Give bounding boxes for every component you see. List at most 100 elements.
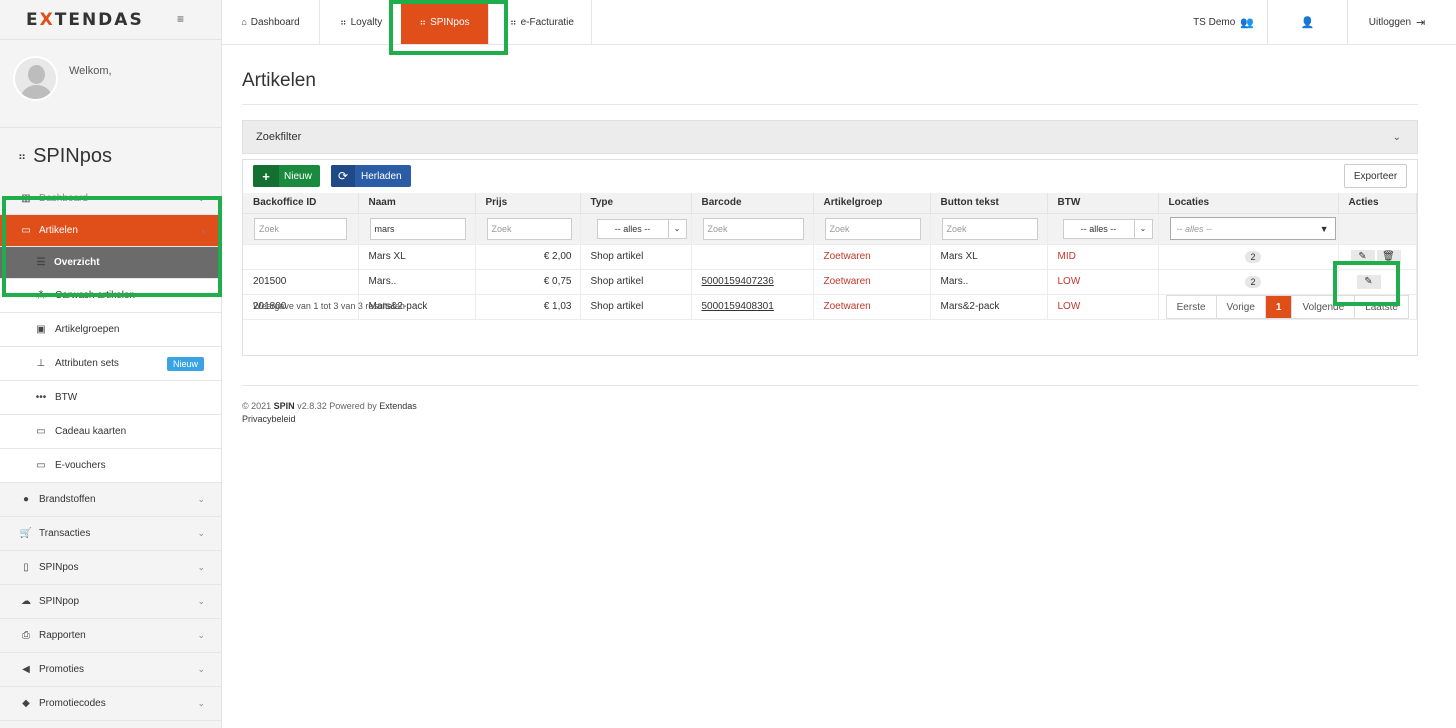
sidebar-item-carwash[interactable]: ⁂ Carwash artikelen <box>0 279 221 313</box>
chevron-down-icon: ⌄ <box>197 192 205 203</box>
sidebar-item-evouchers[interactable]: ▭ E-vouchers <box>0 449 221 483</box>
tab-spinpos[interactable]: ⠶ SPINpos <box>401 0 489 44</box>
pagination: Eerste Vorige 1 Volgende Laatste <box>1165 295 1409 319</box>
barcode-link[interactable]: 5000159408301 <box>702 301 774 312</box>
sidebar: EXTENDAS ≡ Welkom, ⠶ SPINpos ▥ Dashboard… <box>0 0 222 728</box>
chevron-down-icon: ⌄ <box>197 494 205 504</box>
sidebar-item-brandstoffen[interactable]: ● Brandstoffen ⌄ <box>0 483 221 517</box>
barcode-link[interactable]: 5000159407236 <box>702 276 774 287</box>
chevron-down-icon: ⌄ <box>1392 131 1401 143</box>
sidebar-item-rapporten[interactable]: ⎙ Rapporten ⌄ <box>0 619 221 653</box>
logo[interactable]: EXTENDAS <box>26 10 144 30</box>
cloud-icon: ☁ <box>21 596 31 607</box>
privacy-link[interactable]: Privacybeleid <box>242 413 417 426</box>
artikelgroep-link[interactable]: Zoetwaren <box>813 244 931 270</box>
chevron-down-icon: ⌄ <box>197 664 205 674</box>
reload-button[interactable]: ⟳ Herladen <box>331 165 411 187</box>
filter-btw-select[interactable]: -- alles -- ⌄ <box>1062 218 1153 239</box>
table-row[interactable]: Mars XL € 2,00 Shop artikel Zoetwaren Ma… <box>243 244 1417 270</box>
caret-down-icon: ▼ <box>1319 223 1329 234</box>
col-button-tekst[interactable]: Button tekst <box>930 193 1048 214</box>
filter-prijs-input[interactable]: Zoek <box>486 217 572 240</box>
filter-type-select[interactable]: -- alles -- ⌄ <box>596 218 687 239</box>
top-navigation: ⌂ Dashboard ⠶ Loyalty ⠶ SPINpos ⠶ e-Fact… <box>222 0 1456 45</box>
page-last[interactable]: Laatste <box>1355 296 1408 318</box>
sidebar-item-overzicht[interactable]: ☰ Overzicht <box>0 247 221 279</box>
col-btw[interactable]: BTW <box>1047 193 1159 214</box>
artikelgroep-link[interactable]: Zoetwaren <box>813 294 931 320</box>
artikelgroep-link[interactable]: Zoetwaren <box>813 269 931 295</box>
refresh-icon: ⟳ <box>331 165 355 187</box>
col-barcode[interactable]: Barcode <box>691 193 814 214</box>
footer: © 2021 SPIN v2.8.32 Powered by Extendas … <box>242 401 417 426</box>
tab-loyalty[interactable]: ⠶ Loyalty <box>320 0 392 44</box>
drop-icon: ● <box>22 494 30 505</box>
avatar <box>13 56 58 101</box>
filter-backoffice-id-input[interactable]: Zoek <box>254 217 347 240</box>
new-button[interactable]: + Nieuw <box>253 165 320 187</box>
sidebar-item-btw[interactable]: ••• BTW <box>0 381 221 415</box>
col-acties: Acties <box>1338 193 1417 214</box>
filter-button-tekst-input[interactable]: Zoek <box>941 217 1038 240</box>
edit-icon[interactable]: ✎ <box>1356 274 1381 289</box>
menu-toggle-icon[interactable]: ≡ <box>177 12 184 26</box>
logo-bar: EXTENDAS ≡ <box>0 0 221 40</box>
trash-icon[interactable]: 🗑 <box>1376 249 1401 264</box>
grid-icon: ⠶ <box>18 151 26 163</box>
sidebar-item-spinpos[interactable]: ▯ SPINpos ⌄ <box>0 551 221 585</box>
grid-icon: ⠶ <box>340 16 347 27</box>
section-title: ⠶ SPINpos <box>18 145 112 167</box>
edit-icon[interactable]: ✎ <box>1350 249 1375 264</box>
chevron-left-icon: ‹ <box>202 225 205 236</box>
plus-icon: + <box>253 165 279 187</box>
chevron-down-icon: ⌄ <box>197 698 205 708</box>
card-icon: ▭ <box>36 426 46 437</box>
sidebar-item-spinpop[interactable]: ☁ SPINpop ⌄ <box>0 585 221 619</box>
col-prijs[interactable]: Prijs <box>475 193 581 214</box>
company-link[interactable]: Extendas <box>379 401 417 411</box>
tab-efacturatie[interactable]: ⠶ e-Facturatie <box>498 0 592 44</box>
filter-naam-input[interactable]: mars <box>369 217 466 240</box>
user-icon: 👤 <box>1300 16 1315 29</box>
sidebar-item-cadeau[interactable]: ▭ Cadeau kaarten <box>0 415 221 449</box>
col-naam[interactable]: Naam <box>358 193 476 214</box>
sidebar-item-dashboard[interactable]: ▥ Dashboard ⌄ <box>0 182 221 215</box>
new-badge: Nieuw <box>166 356 204 371</box>
tab-dashboard[interactable]: ⌂ Dashboard <box>222 0 320 44</box>
users-icon: 👥 <box>1240 16 1254 29</box>
sidebar-item-artikelgroepen[interactable]: ▣ Artikelgroepen <box>0 313 221 347</box>
results-info: Weergave van 1 tot 3 van 3 resultaten <box>253 301 405 311</box>
page-current[interactable]: 1 <box>1265 296 1293 318</box>
divider <box>242 385 1418 386</box>
page-next[interactable]: Volgende <box>1292 296 1356 318</box>
sidebar-item-promoties[interactable]: ◀ Promoties ⌄ <box>0 653 221 687</box>
sidebar-item-artikelen[interactable]: ▭ Artikelen ‹ <box>0 215 221 247</box>
user-menu[interactable]: TS Demo 👥 <box>1177 0 1268 44</box>
col-type[interactable]: Type <box>580 193 692 214</box>
bar-chart-icon: ▥ <box>21 192 31 204</box>
table-row[interactable]: 201500 Mars.. € 0,75 Shop artikel 500015… <box>243 269 1417 295</box>
chevron-down-icon: ⌄ <box>197 630 205 640</box>
locaties-count: 2 <box>1245 250 1261 263</box>
filter-barcode-input[interactable]: Zoek <box>702 217 804 240</box>
page-prev[interactable]: Vorige <box>1216 296 1266 318</box>
col-backoffice-id[interactable]: Backoffice ID <box>243 193 359 214</box>
filter-locaties-select[interactable]: -- alles -- ▼ <box>1169 217 1336 240</box>
box-icon: ▭ <box>21 225 31 236</box>
col-locaties[interactable]: Locaties <box>1158 193 1339 214</box>
filter-panel[interactable]: Zoekfilter ⌄ <box>242 120 1418 154</box>
sidebar-item-transacties[interactable]: 🛒 Transacties ⌄ <box>0 517 221 551</box>
col-artikelgroep[interactable]: Artikelgroep <box>813 193 931 214</box>
chevron-down-icon: ⌄ <box>1133 219 1152 238</box>
sidebar-item-attributen[interactable]: ⊥ Attributen sets Nieuw <box>0 347 221 381</box>
card-icon: ▭ <box>36 460 46 471</box>
sidebar-item-promotiecodes[interactable]: ◆ Promotiecodes ⌄ <box>0 687 221 721</box>
profile-button[interactable]: 👤 <box>1268 0 1348 44</box>
list-icon: ☰ <box>36 257 46 268</box>
logout-button[interactable]: Uitloggen ⇥ <box>1348 0 1446 44</box>
chevron-down-icon: ⌄ <box>197 528 205 538</box>
page-first[interactable]: Eerste <box>1166 296 1217 318</box>
export-button[interactable]: Exporteer <box>1344 164 1407 188</box>
filter-artikelgroep-input[interactable]: Zoek <box>824 217 921 240</box>
welcome-text: Welkom, <box>69 65 112 77</box>
